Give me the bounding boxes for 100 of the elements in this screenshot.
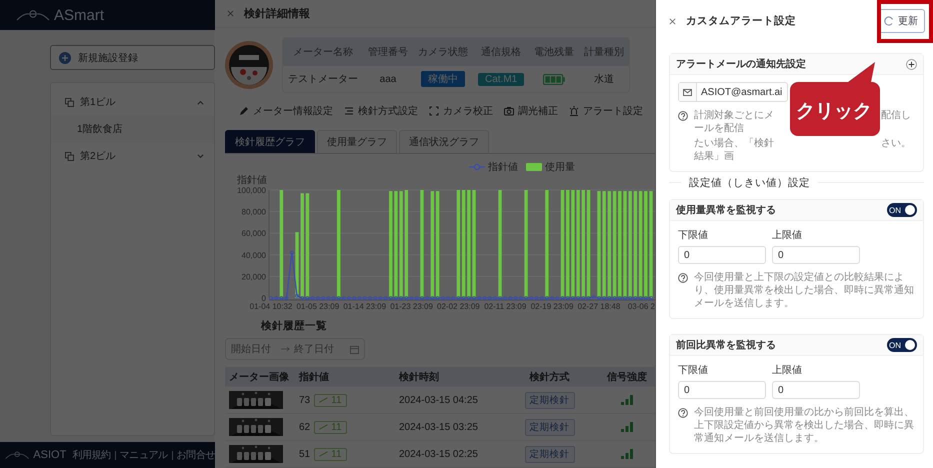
building-icon [65, 152, 74, 160]
action-link[interactable]: 調光補正 [504, 104, 558, 118]
drawer-title: 検針詳細情報 [244, 6, 310, 22]
column-header: 検針方式 [528, 370, 570, 384]
panel-title: カスタムアラート設定 [686, 14, 797, 28]
app-logo: ASmart [54, 6, 104, 24]
delta-value: 11 [331, 394, 342, 406]
action-link[interactable]: 検針方式設定 [344, 104, 418, 118]
help-icon [678, 273, 688, 283]
add-icon[interactable] [906, 58, 917, 70]
section-title: 検針履歴一覧 [261, 319, 328, 334]
tree-item-label: 第2ビル [80, 150, 117, 163]
battery-icon [543, 74, 566, 85]
list-icon [344, 106, 354, 116]
axis-tick-label: 01-05 23:09 [296, 302, 340, 312]
toggle-switch[interactable]: ON [887, 338, 917, 352]
card-title: アラートメールの通知先設定 [676, 57, 806, 71]
column-header: 指針値 [298, 370, 330, 384]
lower-limit-field[interactable]: 0 [678, 246, 766, 264]
delta-value: 11 [331, 422, 342, 432]
lower-limit-field[interactable]: 0 [678, 381, 766, 399]
footer-link[interactable]: 利用規約 [72, 448, 111, 462]
card-title: 前回比異常を監視する [676, 338, 776, 352]
callout-label: クリック [796, 100, 872, 124]
upper-limit-field[interactable]: 0 [772, 246, 860, 264]
signal-icon [621, 422, 633, 432]
action-link[interactable]: メーター情報設定 [239, 104, 333, 118]
bar [295, 232, 299, 298]
arrow-icon [281, 346, 290, 352]
tree-item[interactable]: 第1ビル [51, 89, 214, 115]
toggle-switch[interactable]: ON [887, 203, 917, 217]
frame-corners-icon [429, 106, 439, 116]
trend-up-icon [319, 424, 328, 430]
field-label: 下限値 [678, 229, 709, 242]
new-facility-button[interactable]: 新規施設登録 [50, 45, 215, 70]
table-cell-text: 水道 [594, 72, 614, 86]
column-header: 検針時刻 [398, 370, 440, 384]
building-icon [65, 98, 74, 106]
trend-up-icon [319, 451, 328, 457]
camera-icon [504, 106, 514, 116]
help-icon [678, 408, 688, 418]
method-tag: 定期検針 [524, 446, 574, 462]
help-text: 今回使用量と前回使用量の比から前回比を算出、上下限設定値から異常を検出した場合、即時に異常通知メールを送信します。 [694, 406, 915, 445]
axis-title: 指針値 [237, 175, 267, 186]
field-label: 上限値 [772, 364, 803, 377]
section-title: 設定値（しきい値）設定 [681, 176, 818, 190]
status-tag: 稼働中 [421, 71, 465, 88]
tree-item-label: 第1ビル [80, 96, 117, 109]
help-text: さい。 [881, 137, 912, 151]
field-label: 上限値 [772, 228, 803, 242]
axis-tick-label: 02-11 23:09 [484, 302, 526, 312]
help-text: たい場合、「検針結果」画 [694, 137, 775, 163]
footer-link[interactable]: お問合せ [176, 448, 215, 462]
action-link[interactable]: カメラ校正 [429, 104, 493, 118]
tab[interactable]: 検針履歴グラフ [225, 130, 315, 154]
axis-tick-label: 01-14 23:09 [343, 302, 386, 312]
axis-tick-label: 02-27 18:48 [578, 302, 620, 312]
logo-icon [5, 450, 30, 460]
axis-tick-label: 0 [262, 294, 266, 304]
help-icon [678, 111, 688, 121]
table-cell: 73 [299, 394, 310, 406]
close-icon[interactable] [669, 18, 676, 24]
tree-item[interactable]: 第2ビル [51, 143, 214, 169]
calendar-icon [350, 344, 359, 354]
status-tag: Cat.M1 [478, 72, 524, 86]
axis-tick-label: 01-23 23:09 [390, 302, 433, 312]
method-tag: 定期検針 [524, 418, 574, 436]
action-link[interactable]: アラート設定 [569, 104, 643, 118]
method-tag: 定期検針 [524, 392, 574, 408]
axis-tick-label: 03-06 2 [628, 302, 655, 312]
legend-label: 指針値 [488, 160, 518, 174]
column-header: 信号強度 [606, 370, 648, 384]
mail-icon [683, 88, 692, 96]
axis-tick-label: 100,000 [237, 186, 266, 196]
tab[interactable]: 使用量グラフ [317, 130, 397, 154]
footer-link[interactable]: マニュアル [120, 448, 168, 462]
help-text: 計測対象ごとにメールを配信 [694, 109, 775, 135]
plus-icon [59, 52, 71, 64]
email-field[interactable]: ASIOT@asmart.ai [678, 82, 788, 102]
signal-icon [621, 395, 633, 405]
column-header: カメラ状態 [413, 38, 473, 66]
footer-logo: ASIOT [33, 449, 66, 461]
alarm-light-icon [569, 106, 579, 116]
axis-tick-label: 40,000 [242, 250, 266, 260]
column-header: メーター名称 [283, 38, 363, 66]
signal-icon [621, 449, 633, 459]
axis-tick-label: 01-04 10:32 [250, 302, 292, 312]
column-header: 通信規格 [473, 38, 530, 66]
table-cell: 62 [299, 422, 310, 432]
delta-value: 11 [331, 448, 342, 460]
axis-tick-label: 20,000 [242, 272, 266, 282]
column-header: 計量種別 [579, 38, 630, 66]
close-icon[interactable] [227, 10, 234, 18]
column-header: 管理番号 [363, 38, 413, 66]
upper-limit-field[interactable]: 0 [772, 381, 860, 399]
help-text: 配信し [881, 109, 912, 123]
table-cell: 51 [299, 448, 310, 460]
loading-icon [884, 16, 894, 26]
trend-up-icon [319, 397, 328, 403]
tab[interactable]: 通信状況グラフ [399, 130, 489, 154]
